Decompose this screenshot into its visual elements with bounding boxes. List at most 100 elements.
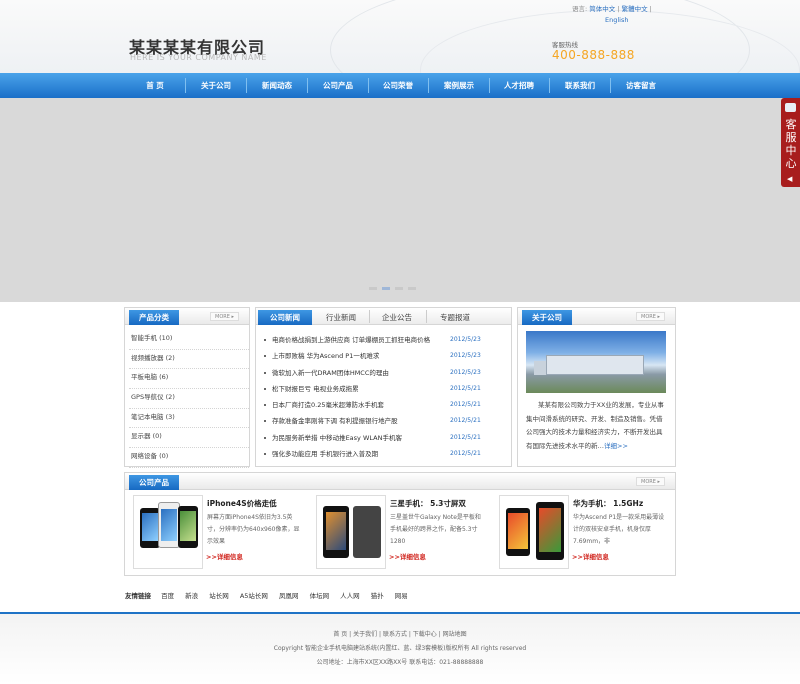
friend-link[interactable]: 网易 <box>395 592 408 600</box>
nav-products[interactable]: 公司产品 <box>308 73 368 98</box>
news-title[interactable]: 电商价格战捐到上游供应商 订单爆棚员工抓狂电商价格 <box>272 332 430 348</box>
news-date: 2012/5/23 <box>450 352 481 360</box>
product-card[interactable]: 三星手机： 5.3寸屏双 三星盖世牛Galaxy Note是平板和手机最好的跨界… <box>316 495 496 569</box>
product-image[interactable] <box>316 495 386 569</box>
banner-dot-active[interactable] <box>382 287 390 290</box>
news-date: 2012/5/21 <box>450 384 481 392</box>
news-item[interactable]: 为民服务新举措 中移动推Easy WLAN手机客 2012/5/21 <box>264 430 504 446</box>
news-title[interactable]: 为民服务新举措 中移动推Easy WLAN手机客 <box>272 430 402 446</box>
phone-shape <box>158 502 180 548</box>
product-image[interactable] <box>499 495 569 569</box>
category-item[interactable]: GPS导航仪 (2) <box>129 389 249 409</box>
nav-guestbook[interactable]: 访客留言 <box>611 73 671 98</box>
nav-about[interactable]: 关于公司 <box>186 73 246 98</box>
news-title[interactable]: 微软加入新一代DRAM团体HMCC的理由 <box>272 365 389 381</box>
news-title[interactable]: 松下财报巨亏 电视业务成拖累 <box>272 381 359 397</box>
bullet <box>264 436 266 439</box>
phone-shape <box>323 506 349 558</box>
footer-link[interactable]: 下载中心 <box>413 631 437 638</box>
footer-link[interactable]: 网站地图 <box>443 631 467 638</box>
more-label: MORE <box>215 314 230 320</box>
footer-link[interactable]: 联系方式 <box>383 631 407 638</box>
news-title[interactable]: 强化多功能应用 手机银行进入普及期 <box>272 446 378 462</box>
friend-link[interactable]: A5站长网 <box>240 592 268 600</box>
friend-link[interactable]: 站长网 <box>209 592 229 600</box>
product-name[interactable]: iPhone4S价格走低 <box>207 498 277 509</box>
news-item[interactable]: 存款准备金率刚将下调 有利提振银行地产股 2012/5/21 <box>264 413 504 429</box>
news-title[interactable]: 上市即败稿 华为Ascend P1一机难求 <box>272 348 379 364</box>
customer-service-float[interactable]: 客服中心 ◀ <box>781 98 800 187</box>
tab-industry-news[interactable]: 行业新闻 <box>316 310 366 325</box>
more-button[interactable]: MORE ▸ <box>636 312 665 321</box>
category-item[interactable]: 平板电脑 (6) <box>129 369 249 390</box>
friend-link[interactable]: 人人网 <box>340 592 360 600</box>
panel-title: 关于公司 <box>522 310 572 325</box>
footer: 首 页 | 关于我们 | 联系方式 | 下载中心 | 网站地图 Copyrigh… <box>0 612 800 684</box>
friend-link[interactable]: 新浪 <box>185 592 198 600</box>
friend-link[interactable]: 体坛网 <box>310 592 330 600</box>
product-description: 屏幕方面iPhone4S依旧为3.5英寸，分辨率仍为640x960像素，显示效果 <box>207 514 300 545</box>
category-item[interactable]: 视频播放器 (2) <box>129 350 249 370</box>
more-button[interactable]: MORE ▸ <box>636 477 665 486</box>
panel-header: 公司产品 MORE ▸ <box>125 473 675 490</box>
chat-icon <box>785 103 796 112</box>
news-item[interactable]: 上市即败稿 华为Ascend P1一机难求 2012/5/23 <box>264 348 504 364</box>
product-name[interactable]: 华为手机： 1.5GHz <box>573 498 643 509</box>
friend-link[interactable]: 百度 <box>161 592 174 600</box>
header: 某某某某有限公司 HERE IS YOUR COMPANY NAME 语言: 简… <box>0 0 800 73</box>
product-detail-link[interactable]: >>详细信息 <box>206 551 243 561</box>
nav-jobs[interactable]: 人才招聘 <box>489 73 549 98</box>
friend-link[interactable]: 猫扑 <box>371 592 384 600</box>
tab-company-news[interactable]: 公司新闻 <box>258 310 312 325</box>
footer-link[interactable]: 首 页 <box>333 631 347 638</box>
product-card[interactable]: 华为手机： 1.5GHz 华为Ascend P1是一款采用最薄设计的双核安卓手机… <box>499 495 679 569</box>
nav-honors[interactable]: 公司荣誉 <box>368 73 428 98</box>
category-item[interactable]: 笔记本电脑 (3) <box>129 409 249 429</box>
product-image[interactable] <box>133 495 203 569</box>
category-item[interactable]: 智能手机 (10) <box>129 330 249 350</box>
nav-home[interactable]: 首 页 <box>125 73 185 98</box>
product-name[interactable]: 三星手机： 5.3寸屏双 <box>390 498 466 509</box>
friend-links-label: 友情链接 <box>125 592 151 600</box>
tab-special-reports[interactable]: 专题报道 <box>429 310 481 325</box>
banner-dot[interactable] <box>395 287 403 290</box>
product-detail-link[interactable]: >>详细信息 <box>572 551 609 561</box>
more-label: MORE <box>641 479 656 485</box>
banner-dot[interactable] <box>369 287 377 290</box>
nav-news[interactable]: 新闻动态 <box>247 73 307 98</box>
lang-traditional-link[interactable]: 繁體中文 <box>622 5 648 13</box>
news-title[interactable]: 存款准备金率刚将下调 有利提振银行地产股 <box>272 413 398 429</box>
lang-simplified-link[interactable]: 简体中文 <box>589 5 615 13</box>
news-item[interactable]: 松下财报巨亏 电视业务成拖累 2012/5/21 <box>264 381 504 397</box>
arrow-left-icon: ◀ <box>787 175 793 183</box>
panel-header: 关于公司 MORE ▸ <box>518 308 675 325</box>
news-item[interactable]: 日本厂商打造0.25毫米超薄防水手机套 2012/5/21 <box>264 397 504 413</box>
nav-cases[interactable]: 案例展示 <box>429 73 489 98</box>
detail-link[interactable]: 详细>> <box>604 442 628 450</box>
news-item[interactable]: 强化多功能应用 手机银行进入普及期 2012/5/21 <box>264 446 504 462</box>
phone-screen <box>180 511 196 541</box>
news-item[interactable]: 微软加入新一代DRAM团体HMCC的理由 2012/5/23 <box>264 365 504 381</box>
banner-slideshow[interactable] <box>0 98 800 302</box>
news-item[interactable]: 电商价格战捐到上游供应商 订单爆棚员工抓狂电商价格 2012/5/23 <box>264 332 504 348</box>
phone-shape <box>353 506 381 558</box>
phone-screen <box>326 512 346 550</box>
product-description: 三星盖世牛Galaxy Note是平板和手机最好的跨界之作，配备5.3寸1280 <box>390 514 481 545</box>
tab-announcements[interactable]: 企业公告 <box>372 310 422 325</box>
news-title[interactable]: 日本厂商打造0.25毫米超薄防水手机套 <box>272 397 384 413</box>
news-date: 2012/5/21 <box>450 401 481 409</box>
bullet <box>264 387 266 390</box>
panel-title: 公司产品 <box>129 475 179 490</box>
banner-dot[interactable] <box>408 287 416 290</box>
product-card[interactable]: iPhone4S价格走低 屏幕方面iPhone4S依旧为3.5英寸，分辨率仍为6… <box>133 495 313 569</box>
nav-contact[interactable]: 联系我们 <box>550 73 610 98</box>
product-detail-link[interactable]: >>详细信息 <box>389 551 426 561</box>
friend-link[interactable]: 凤凰网 <box>279 592 299 600</box>
footer-link[interactable]: 关于我们 <box>353 631 377 638</box>
company-address: 公司地址：上海市XX区XX路XX号 联系电话：021-88888888 <box>316 659 484 666</box>
category-item[interactable]: 显示器 (0) <box>129 428 249 449</box>
category-item[interactable]: 网络设备 (0) <box>129 448 249 468</box>
more-button[interactable]: MORE ▸ <box>210 312 239 321</box>
lang-english-link[interactable]: English <box>605 16 628 24</box>
phone-shape <box>506 508 530 556</box>
